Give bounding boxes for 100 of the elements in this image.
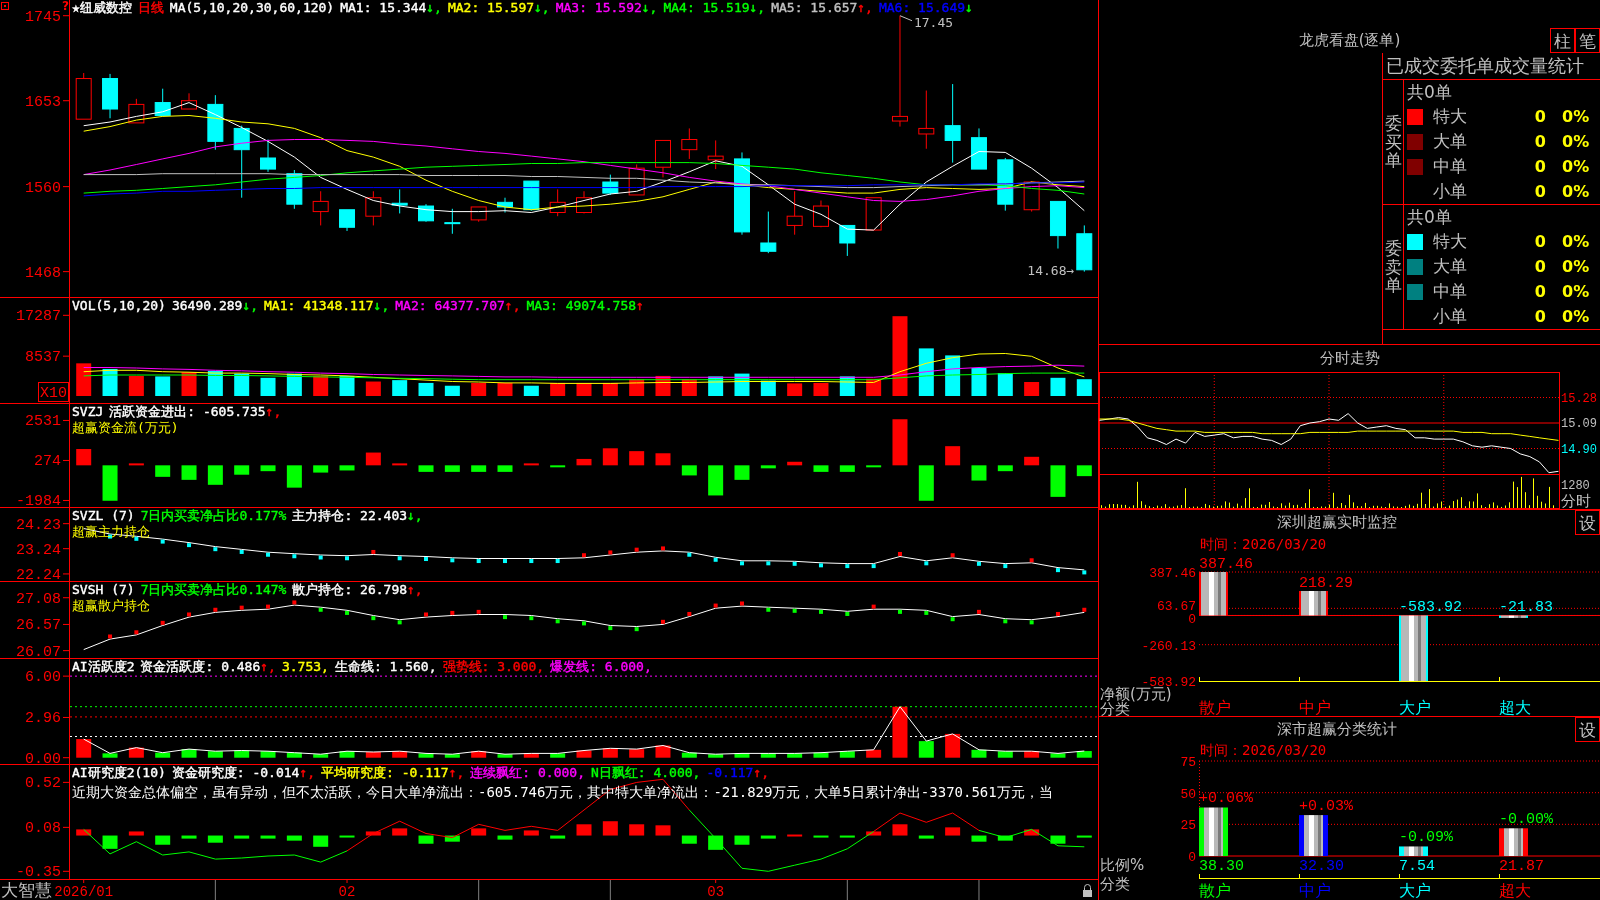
axis-label: 63.67 [1157, 599, 1196, 615]
category-label: 散户 [1199, 881, 1231, 900]
category-label: 大户 [1399, 698, 1431, 716]
trend-arrow: ↑, [407, 582, 423, 598]
category-label: 中户 [1299, 881, 1331, 900]
chart-mode-button[interactable]: 柱 [1550, 28, 1575, 53]
candle [444, 208, 461, 235]
axis-title: 分类 [1100, 875, 1130, 893]
callout-line [899, 15, 913, 22]
legend-text: MA6: 15.649 [878, 0, 966, 16]
order-count: 0 [1534, 307, 1546, 326]
legend-text: MA4: 15.519 [663, 0, 750, 16]
trend-arrow: ↓, [641, 0, 658, 16]
order-size-label: 小单 [1432, 305, 1467, 328]
candle [1076, 224, 1093, 273]
candle [970, 127, 987, 170]
candle [865, 197, 882, 231]
trend-arrow: ↑, [260, 659, 276, 675]
category-label: 中户 [1299, 698, 1331, 716]
change-label: -0.09% [1399, 829, 1453, 847]
change-label: -0.00% [1499, 811, 1553, 829]
group-label: 委买单 [1384, 113, 1402, 171]
unit-label: X10 [38, 382, 69, 402]
order-share: 0% [1561, 107, 1590, 126]
candle [681, 127, 698, 160]
candle [260, 139, 276, 173]
brand-label: 大智慧 [1, 880, 52, 900]
trend-arrow: ↑, [265, 404, 282, 420]
panel-title: 深市超赢分类统计 [1277, 719, 1397, 740]
legend-text: 平均研究度: -0.117 [321, 765, 449, 781]
order-size-label: 中单 [1432, 155, 1467, 178]
candle [75, 72, 92, 120]
legend-text: MA5: 15.657 [771, 0, 858, 16]
legend-text: 爆发线: 6.000, [550, 659, 652, 675]
axis-title: 分时 [1561, 492, 1591, 509]
candle [418, 203, 434, 223]
order-size-label: 大单 [1432, 130, 1467, 153]
chart-mode-button[interactable]: 笔 [1575, 28, 1600, 53]
order-share: 0% [1561, 157, 1590, 176]
trend-arrow: ↑ [636, 298, 644, 314]
low-price-label: 14.68→ [1027, 262, 1075, 278]
order-total: 共0单 [1407, 82, 1452, 102]
order-count: 0 [1534, 232, 1546, 251]
legend-text: SVZJ [72, 404, 104, 420]
candle [497, 197, 513, 213]
legend-text: 散户持仓: 26.798 [292, 582, 408, 598]
bar-value-label: 32.30 [1299, 858, 1344, 875]
legend-text: 资金活跃度: 0.486 [140, 659, 261, 675]
axis-label: 14.90 [1561, 442, 1597, 457]
bar-value-label: 21.87 [1499, 858, 1544, 875]
square-icon[interactable] [1, 2, 9, 10]
axis-label: 25 [1180, 818, 1196, 834]
panel-title: 分时走势 [1319, 349, 1380, 368]
candle [602, 174, 619, 196]
order-size-label: 大单 [1432, 255, 1467, 278]
candle [549, 188, 566, 217]
trend-arrow: ↑, [753, 765, 770, 781]
axis-label: -0.35 [16, 864, 61, 880]
category-label: 大户 [1399, 881, 1431, 900]
high-price-label: 17.45 [914, 14, 954, 30]
settings-button[interactable]: 设 [1575, 717, 1600, 742]
order-count: 0 [1534, 107, 1546, 126]
axis-label: -1984 [16, 493, 61, 508]
axis-label: 0.00 [25, 750, 61, 765]
legend-text: MA2: 64377.707 [395, 298, 505, 314]
axis-label: 24.23 [16, 516, 61, 534]
order-count: 0 [1534, 182, 1546, 201]
legend-text: MA3: 49074.758 [526, 298, 637, 314]
table-heading: 已成交委托单成交量统计 [1383, 53, 1600, 80]
order-count: 0 [1534, 157, 1546, 176]
legend-text: SVZL (7) [72, 508, 135, 524]
legend-text: 主力持仓: 22.403 [292, 508, 408, 524]
bar-value-label: 7.54 [1399, 858, 1435, 875]
trend-arrow: ↑, [857, 0, 873, 16]
order-share: 0% [1561, 282, 1590, 301]
axis-label: 274 [34, 453, 61, 471]
legend-text: 活跃资金进出: -605.735 [109, 404, 266, 420]
help-mark[interactable]: ? [62, 0, 69, 13]
legend-text: 日线 [137, 0, 164, 16]
lock-icon[interactable] [1083, 884, 1092, 897]
date-label: 03 [707, 884, 725, 900]
legend-text: 3.753, [281, 659, 329, 675]
group-label: 委卖单 [1384, 238, 1402, 296]
legend-text: 生命线: 1.560, [334, 659, 437, 675]
legend-text: ★纽威数控 [72, 0, 132, 16]
candle [786, 190, 803, 236]
category-label: 超大 [1499, 881, 1531, 900]
candle [128, 98, 145, 124]
axis-label: 26.57 [16, 617, 61, 635]
axis-label: 1745 [25, 8, 61, 26]
candle [813, 200, 829, 228]
order-count: 0 [1534, 282, 1546, 301]
candle [839, 224, 856, 257]
legend-text: 7日内买卖净占比0.147% [140, 582, 287, 598]
axis-label: 1280 [1561, 479, 1590, 493]
settings-button[interactable]: 设 [1575, 510, 1600, 535]
trend-arrow: ↓, [407, 508, 423, 524]
order-total: 共0单 [1407, 207, 1452, 227]
candle [576, 190, 592, 214]
date-label: 2026/01 [54, 884, 114, 900]
